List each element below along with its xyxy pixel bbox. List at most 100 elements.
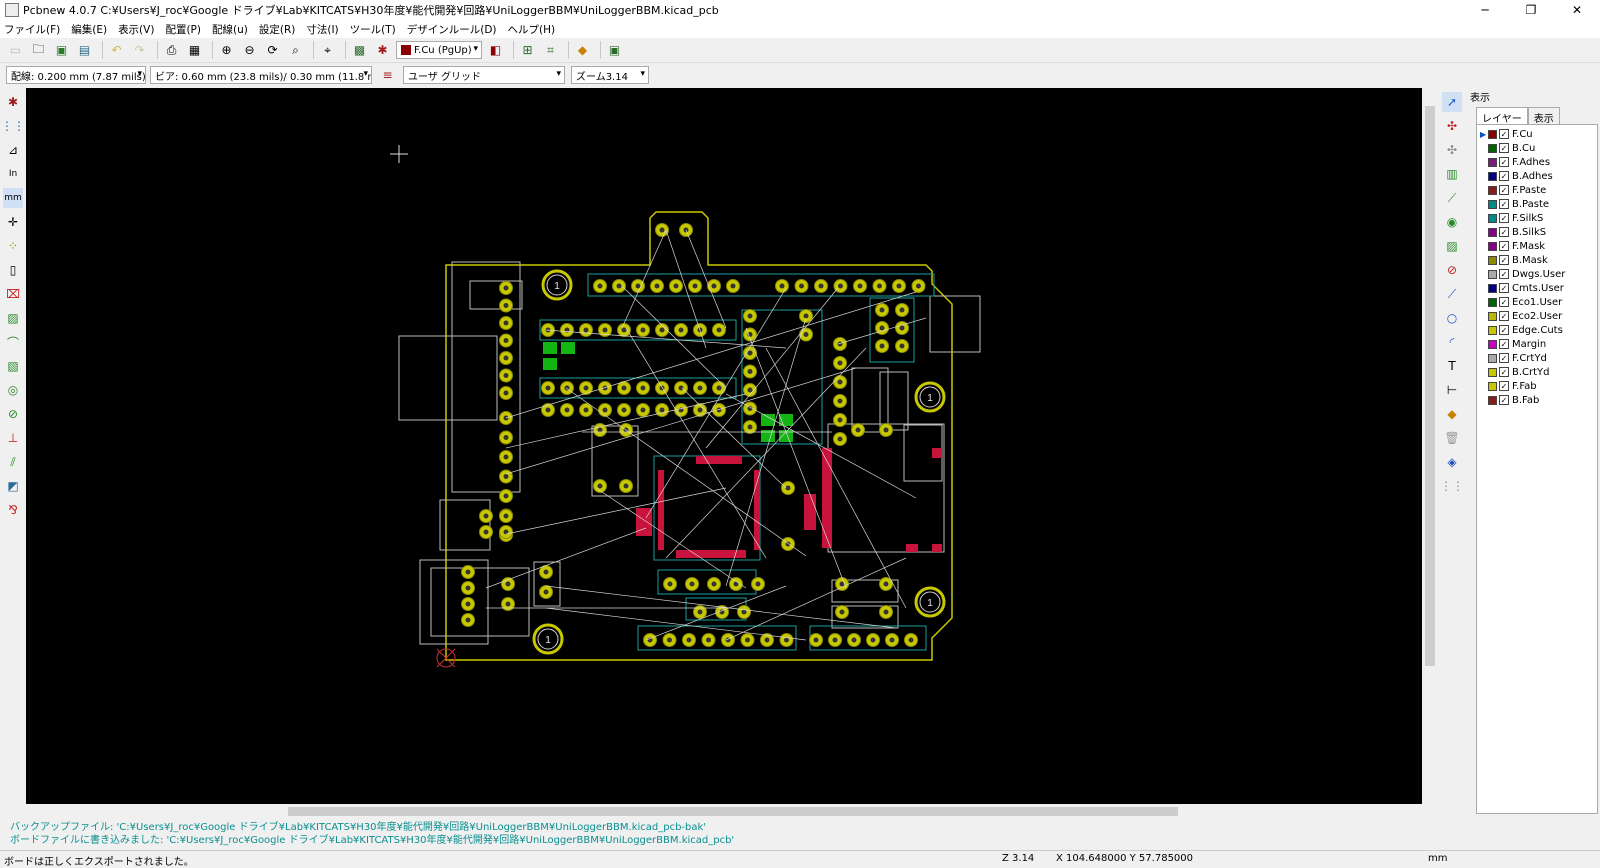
zoom-out-icon[interactable]: ⊖	[240, 41, 259, 60]
select-arrow-icon[interactable]: ➚	[1442, 92, 1462, 112]
local-ratsnest-icon[interactable]: ✣	[1442, 140, 1462, 160]
polar-coords-icon[interactable]: ⊿	[3, 140, 23, 160]
scrollbar-thumb[interactable]	[1425, 106, 1435, 666]
layer-color-swatch[interactable]	[1488, 199, 1497, 209]
layer-color-swatch[interactable]	[1488, 339, 1497, 349]
layer-row[interactable]: ✓ B.CrtYd	[1477, 365, 1597, 379]
layer-row[interactable]: ✓ Dwgs.User	[1477, 267, 1597, 281]
layer-row[interactable]: ✓ Cmts.User	[1477, 281, 1597, 295]
print-icon[interactable]: ⎙	[162, 41, 181, 60]
layer-visible-checkbox[interactable]: ✓	[1499, 255, 1509, 265]
menu-preferences[interactable]: 設定(R)	[259, 22, 296, 37]
layer-color-swatch[interactable]	[1488, 255, 1497, 265]
zoom-fit-icon[interactable]: ⌕	[286, 41, 305, 60]
pad-sketch-icon[interactable]: ◎	[3, 380, 23, 400]
layer-visible-checkbox[interactable]: ✓	[1499, 367, 1509, 377]
pcb-canvas[interactable]: 1 1 1 1	[26, 88, 1422, 804]
redo-icon[interactable]: ↷	[130, 41, 149, 60]
zoom-select[interactable]: ズーム3.14 ▾	[571, 66, 649, 84]
menu-view[interactable]: 表示(V)	[118, 22, 154, 37]
drc-icon[interactable]: ✱	[373, 41, 392, 60]
netlist-icon[interactable]: ▩	[350, 41, 369, 60]
zoom-in-icon[interactable]: ⊕	[217, 41, 236, 60]
layer-color-swatch[interactable]	[1488, 311, 1497, 321]
scripting-icon[interactable]: ▣	[605, 41, 624, 60]
layer-color-swatch[interactable]	[1488, 325, 1497, 335]
layer-row[interactable]: ✓ B.Fab	[1477, 393, 1597, 407]
ratsnest-icon[interactable]: ⁘	[3, 236, 23, 256]
layer-row[interactable]: ✓ Margin	[1477, 337, 1597, 351]
layer-row[interactable]: ✓ F.Fab	[1477, 379, 1597, 393]
layer-row[interactable]: ▶ ✓ F.Cu	[1477, 127, 1597, 141]
layer-visible-checkbox[interactable]: ✓	[1499, 185, 1509, 195]
add-dimension-icon[interactable]: ⊢	[1442, 380, 1462, 400]
layer-pair-icon[interactable]: ◧	[486, 41, 505, 60]
menu-route[interactable]: 配線(u)	[212, 22, 248, 37]
layer-color-swatch[interactable]	[1488, 269, 1497, 279]
page-settings-icon[interactable]: ▤	[75, 41, 94, 60]
via-sketch-icon[interactable]: ⊘	[3, 404, 23, 424]
layer-visible-checkbox[interactable]: ✓	[1499, 325, 1509, 335]
layer-visible-checkbox[interactable]: ✓	[1499, 395, 1509, 405]
layer-color-swatch[interactable]	[1488, 283, 1497, 293]
grid-select[interactable]: ユーザ グリッド ▾	[403, 66, 565, 84]
layer-color-swatch[interactable]	[1488, 353, 1497, 363]
mm-units-icon[interactable]: mm	[3, 188, 23, 208]
layer-row[interactable]: ✓ Edge.Cuts	[1477, 323, 1597, 337]
layer-row[interactable]: ✓ Eco2.User	[1477, 309, 1597, 323]
layer-visible-checkbox[interactable]: ✓	[1499, 241, 1509, 251]
layer-visible-checkbox[interactable]: ✓	[1499, 143, 1509, 153]
layer-visible-checkbox[interactable]: ✓	[1499, 171, 1509, 181]
highlight-net-icon[interactable]: ✣	[1442, 116, 1462, 136]
microwave-icon[interactable]: ⅋	[3, 500, 23, 520]
find-icon[interactable]: ⌖	[318, 41, 337, 60]
menu-tools[interactable]: ツール(T)	[350, 22, 396, 37]
freeroute-icon[interactable]: ◆	[573, 41, 592, 60]
add-text-icon[interactable]: T	[1442, 356, 1462, 376]
layer-row[interactable]: ✓ F.CrtYd	[1477, 351, 1597, 365]
route-track-icon[interactable]: ⟋	[1442, 188, 1462, 208]
layer-row[interactable]: ✓ Eco1.User	[1477, 295, 1597, 309]
layer-row[interactable]: ✓ B.Paste	[1477, 197, 1597, 211]
redraw-icon[interactable]: ⟳	[263, 41, 282, 60]
layer-visible-checkbox[interactable]: ✓	[1499, 353, 1509, 363]
layer-visible-checkbox[interactable]: ✓	[1499, 381, 1509, 391]
layer-row[interactable]: ✓ B.Adhes	[1477, 169, 1597, 183]
layer-visible-checkbox[interactable]: ✓	[1499, 311, 1509, 321]
menu-dimensions[interactable]: 寸法(I)	[306, 22, 338, 37]
layer-row[interactable]: ✓ B.Cu	[1477, 141, 1597, 155]
layer-color-swatch[interactable]	[1488, 367, 1497, 377]
layer-row[interactable]: ✓ F.SilkS	[1477, 211, 1597, 225]
vertical-scrollbar[interactable]	[1422, 88, 1438, 804]
place-offset-icon[interactable]: ◈	[1442, 452, 1462, 472]
layer-row[interactable]: ✓ B.SilkS	[1477, 225, 1597, 239]
layer-visible-checkbox[interactable]: ✓	[1499, 269, 1509, 279]
cursor-shape-icon[interactable]: ✛	[3, 212, 23, 232]
grid-origin-icon[interactable]: ⋮⋮	[1440, 476, 1464, 496]
layer-visible-checkbox[interactable]: ✓	[1499, 227, 1509, 237]
layer-manager-icon[interactable]: ◩	[3, 476, 23, 496]
keepout-area-icon[interactable]: ⊘	[1442, 260, 1462, 280]
minimize-button[interactable]: ─	[1462, 0, 1508, 20]
layer-color-swatch[interactable]	[1488, 143, 1497, 153]
inch-units-icon[interactable]: In	[3, 164, 23, 184]
auto-track-width-icon[interactable]: ≡	[378, 66, 397, 85]
close-button[interactable]: ✕	[1554, 0, 1600, 20]
add-target-icon[interactable]: ◆	[1442, 404, 1462, 424]
layer-visible-checkbox[interactable]: ✓	[1499, 339, 1509, 349]
add-arc-icon[interactable]: ◜	[1442, 332, 1462, 352]
layer-color-swatch[interactable]	[1488, 213, 1497, 223]
layer-row[interactable]: ✓ F.Paste	[1477, 183, 1597, 197]
track-sketch-icon[interactable]: ⊥	[3, 428, 23, 448]
module-ratsnest-icon[interactable]: ▯	[3, 260, 23, 280]
layer-color-swatch[interactable]	[1488, 395, 1497, 405]
plot-icon[interactable]: ▦	[185, 41, 204, 60]
layer-color-swatch[interactable]	[1488, 381, 1497, 391]
layer-color-swatch[interactable]	[1488, 185, 1497, 195]
undo-icon[interactable]: ↶	[107, 41, 126, 60]
new-board-icon[interactable]: ▭	[6, 41, 25, 60]
layer-color-swatch[interactable]	[1488, 129, 1497, 139]
menu-design-rules[interactable]: デザインルール(D)	[407, 22, 497, 37]
add-line-icon[interactable]: ⟋	[1442, 284, 1462, 304]
add-footprint-icon[interactable]: ▥	[1442, 164, 1462, 184]
